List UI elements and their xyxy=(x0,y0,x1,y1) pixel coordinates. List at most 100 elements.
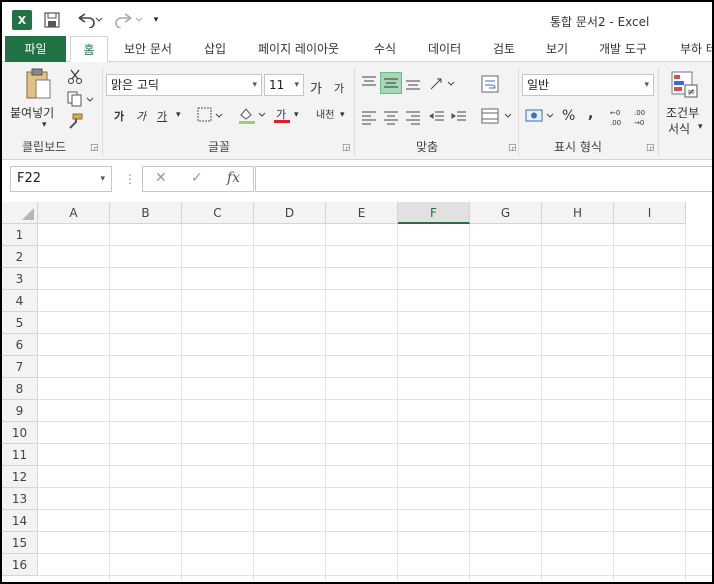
row-header-4[interactable]: 4 xyxy=(2,290,38,312)
align-top-icon[interactable] xyxy=(360,74,378,92)
tab-formulas[interactable]: 수식 xyxy=(374,36,396,62)
increase-decimal-icon[interactable]: ←0.00 xyxy=(610,106,628,128)
underline-dropdown-icon[interactable]: ▾ xyxy=(176,110,181,120)
cancel-icon[interactable]: ✕ xyxy=(155,170,167,186)
phonetic-dropdown-icon[interactable]: ▾ xyxy=(340,110,345,120)
column-header-c[interactable]: C xyxy=(182,202,254,224)
name-box[interactable]: F22 ▾ xyxy=(10,166,112,192)
redo-button[interactable] xyxy=(112,10,146,30)
select-all-icon xyxy=(22,208,34,220)
formula-input[interactable] xyxy=(255,166,712,192)
align-bottom-icon[interactable] xyxy=(404,74,422,92)
row-header-12[interactable]: 12 xyxy=(2,466,38,488)
number-launcher-icon[interactable]: ◲ xyxy=(646,143,655,153)
column-header-e[interactable]: E xyxy=(326,202,398,224)
row-header-10[interactable]: 10 xyxy=(2,422,38,444)
conditional-formatting-icon[interactable]: ≠ xyxy=(670,70,700,100)
copy-icon[interactable] xyxy=(66,90,96,108)
tab-developer[interactable]: 개발 도구 xyxy=(599,36,647,62)
row-header-5[interactable]: 5 xyxy=(2,312,38,334)
column-header-f[interactable]: F xyxy=(398,202,470,224)
row-header-1[interactable]: 1 xyxy=(2,224,38,246)
tab-load-test[interactable]: 부하 테 xyxy=(680,36,712,62)
column-header-b[interactable]: B xyxy=(110,202,182,224)
number-format-select[interactable]: 일반 ▾ xyxy=(522,74,654,96)
tab-page-layout[interactable]: 페이지 레이아웃 xyxy=(258,36,339,62)
font-name-select[interactable]: 맑은 고딕 ▾ xyxy=(106,74,262,96)
save-icon[interactable] xyxy=(42,10,62,30)
row-header-11[interactable]: 11 xyxy=(2,444,38,466)
wrap-text-icon[interactable] xyxy=(480,74,500,94)
font-size-select[interactable]: 11 ▾ xyxy=(264,74,304,96)
row-header-15[interactable]: 15 xyxy=(2,532,38,554)
align-right-icon[interactable] xyxy=(404,108,422,126)
formula-bar: F22 ▾ ⋮ ✕ ✓ fx xyxy=(2,160,712,202)
grow-font-button[interactable]: 가 xyxy=(310,78,322,97)
percent-button[interactable]: % xyxy=(562,108,575,124)
align-middle-icon[interactable] xyxy=(380,72,402,94)
phonetic-button[interactable]: 내천 xyxy=(316,106,334,121)
cell-area[interactable] xyxy=(38,224,712,582)
tab-file[interactable]: 파일 xyxy=(5,36,66,62)
align-center-icon[interactable] xyxy=(382,108,400,126)
select-all-button[interactable] xyxy=(2,202,38,224)
align-left-icon[interactable] xyxy=(360,108,378,126)
row-header-13[interactable]: 13 xyxy=(2,488,38,510)
tab-data[interactable]: 데이터 xyxy=(428,36,461,62)
clipboard-launcher-icon[interactable]: ◲ xyxy=(90,143,99,153)
row-header-6[interactable]: 6 xyxy=(2,334,38,356)
tab-review[interactable]: 검토 xyxy=(493,36,515,62)
row-header-14[interactable]: 14 xyxy=(2,510,38,532)
insert-function-icon[interactable]: fx xyxy=(227,170,240,186)
excel-app-icon[interactable]: X xyxy=(12,10,32,30)
underline-button[interactable]: 가 xyxy=(157,108,167,124)
italic-button[interactable]: 가 xyxy=(136,108,146,124)
conditional-formatting-label-2[interactable]: 서식 xyxy=(668,120,690,137)
shrink-font-button[interactable]: 가 xyxy=(334,80,344,96)
paste-label[interactable]: 붙여넣기 xyxy=(10,104,54,121)
borders-icon[interactable] xyxy=(196,106,226,124)
tab-home[interactable]: 홈 xyxy=(70,36,108,63)
font-launcher-icon[interactable]: ◲ xyxy=(342,143,351,153)
row-header-2[interactable]: 2 xyxy=(2,246,38,268)
format-painter-icon[interactable] xyxy=(66,112,84,130)
formula-bar-grip-icon[interactable]: ⋮ xyxy=(124,172,136,186)
bold-button[interactable]: 가 xyxy=(114,108,124,124)
column-header-g[interactable]: G xyxy=(470,202,542,224)
decrease-decimal-icon[interactable]: .00 →0 xyxy=(634,106,652,128)
paste-dropdown-icon[interactable]: ▾ xyxy=(42,120,47,130)
comma-button[interactable]: , xyxy=(588,106,593,122)
tab-protected[interactable]: 보안 문서 xyxy=(124,36,172,62)
column-header-i[interactable]: I xyxy=(614,202,686,224)
column-header-d[interactable]: D xyxy=(254,202,326,224)
row-header-9[interactable]: 9 xyxy=(2,400,38,422)
row-header-3[interactable]: 3 xyxy=(2,268,38,290)
tab-insert[interactable]: 삽입 xyxy=(204,36,226,62)
document-title: 통합 문서2 - Excel xyxy=(550,15,650,29)
merge-center-icon[interactable] xyxy=(480,106,516,126)
row-header-8[interactable]: 8 xyxy=(2,378,38,400)
tab-view[interactable]: 보기 xyxy=(546,36,568,62)
conditional-formatting-dropdown-icon[interactable]: ▾ xyxy=(698,122,703,132)
ribbon-home: 붙여넣기 ▾ 클립보드 ◲ 맑은 고딕 ▾ 11 ▾ 가 가 가 가 가 ▾ 가… xyxy=(2,62,712,160)
chevron-down-icon: ▾ xyxy=(100,174,105,184)
undo-button[interactable] xyxy=(72,10,106,30)
enter-icon[interactable]: ✓ xyxy=(191,170,203,186)
row-header-7[interactable]: 7 xyxy=(2,356,38,378)
alignment-launcher-icon[interactable]: ◲ xyxy=(508,143,517,153)
customize-qat-icon[interactable]: ▾ xyxy=(150,10,162,30)
orientation-icon[interactable] xyxy=(428,74,458,92)
conditional-formatting-label-1[interactable]: 조건부 xyxy=(666,104,699,121)
row-header-16[interactable]: 16 xyxy=(2,554,38,576)
cut-icon[interactable] xyxy=(66,68,84,86)
group-separator xyxy=(658,68,659,156)
decrease-indent-icon[interactable] xyxy=(428,108,446,126)
column-header-h[interactable]: H xyxy=(542,202,614,224)
column-header-a[interactable]: A xyxy=(38,202,110,224)
clipboard-group-label: 클립보드 xyxy=(22,140,67,154)
font-color-dropdown-icon[interactable]: ▾ xyxy=(294,110,299,120)
paste-icon[interactable] xyxy=(22,68,54,100)
fill-color-icon[interactable] xyxy=(236,104,270,126)
increase-indent-icon[interactable] xyxy=(450,108,468,126)
accounting-format-icon[interactable] xyxy=(524,106,558,126)
